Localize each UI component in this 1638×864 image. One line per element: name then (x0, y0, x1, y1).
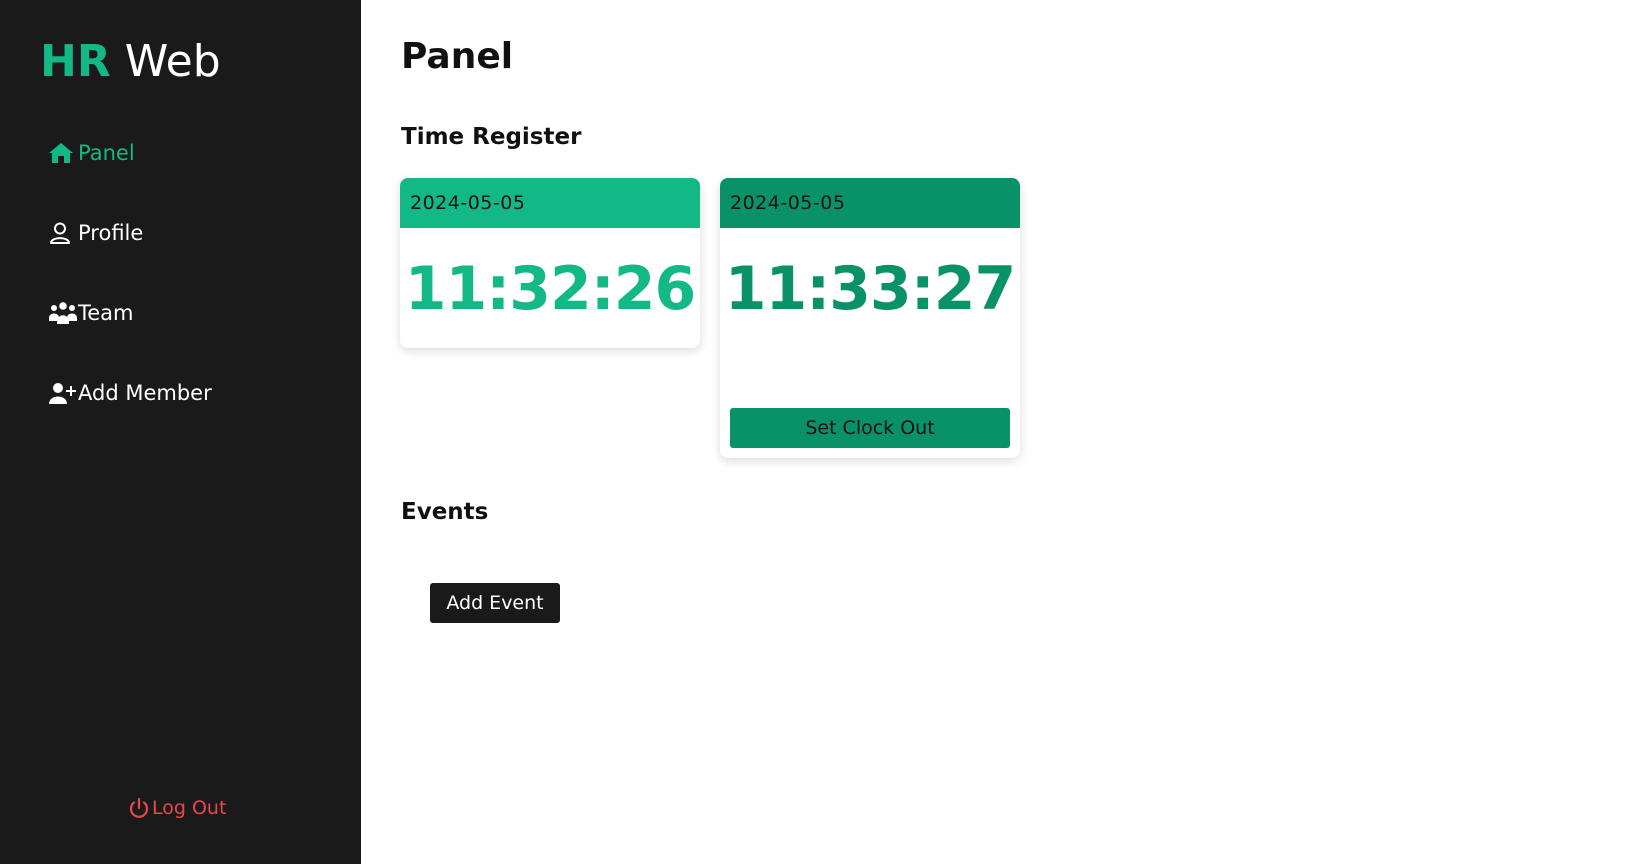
sidebar-item-add-member[interactable]: Add Member (48, 373, 212, 413)
app-logo[interactable]: HR Web (40, 36, 221, 88)
sidebar-item-label: Add Member (78, 381, 212, 405)
page-title: Panel (401, 36, 514, 77)
main-content: Panel Time Register 2024-05-05 11:32:26 … (361, 0, 1638, 864)
logout-label: Log Out (152, 797, 227, 819)
set-clock-out-button[interactable]: Set Clock Out (730, 408, 1010, 448)
sidebar-item-label: Panel (78, 141, 135, 165)
sidebar-item-team[interactable]: Team (48, 293, 134, 333)
logo-web: Web (124, 36, 221, 87)
card-date: 2024-05-05 (400, 178, 700, 228)
logout-button[interactable]: Log Out (128, 796, 226, 820)
clock-in-time: 11:32:26 (404, 254, 696, 324)
power-icon (128, 796, 152, 820)
sidebar-item-label: Team (78, 301, 134, 325)
events-heading: Events (401, 499, 489, 525)
clock-out-card: 2024-05-05 11:33:27 Set Clock Out (720, 178, 1020, 458)
time-register-heading: Time Register (401, 124, 582, 150)
sidebar-item-panel[interactable]: Panel (48, 133, 135, 173)
current-time: 11:33:27 (724, 254, 1016, 324)
logo-hr: HR (40, 36, 111, 87)
user-plus-icon (48, 380, 78, 406)
add-event-button[interactable]: Add Event (430, 583, 560, 623)
sidebar-item-profile[interactable]: Profile (48, 213, 143, 253)
user-icon (48, 220, 78, 246)
clock-in-card: 2024-05-05 11:32:26 (400, 178, 700, 348)
sidebar: HR Web Panel Profile Team Add Member Log… (0, 0, 361, 864)
sidebar-item-label: Profile (78, 221, 144, 245)
home-icon (48, 140, 78, 166)
users-icon (48, 300, 78, 326)
card-date: 2024-05-05 (720, 178, 1020, 228)
